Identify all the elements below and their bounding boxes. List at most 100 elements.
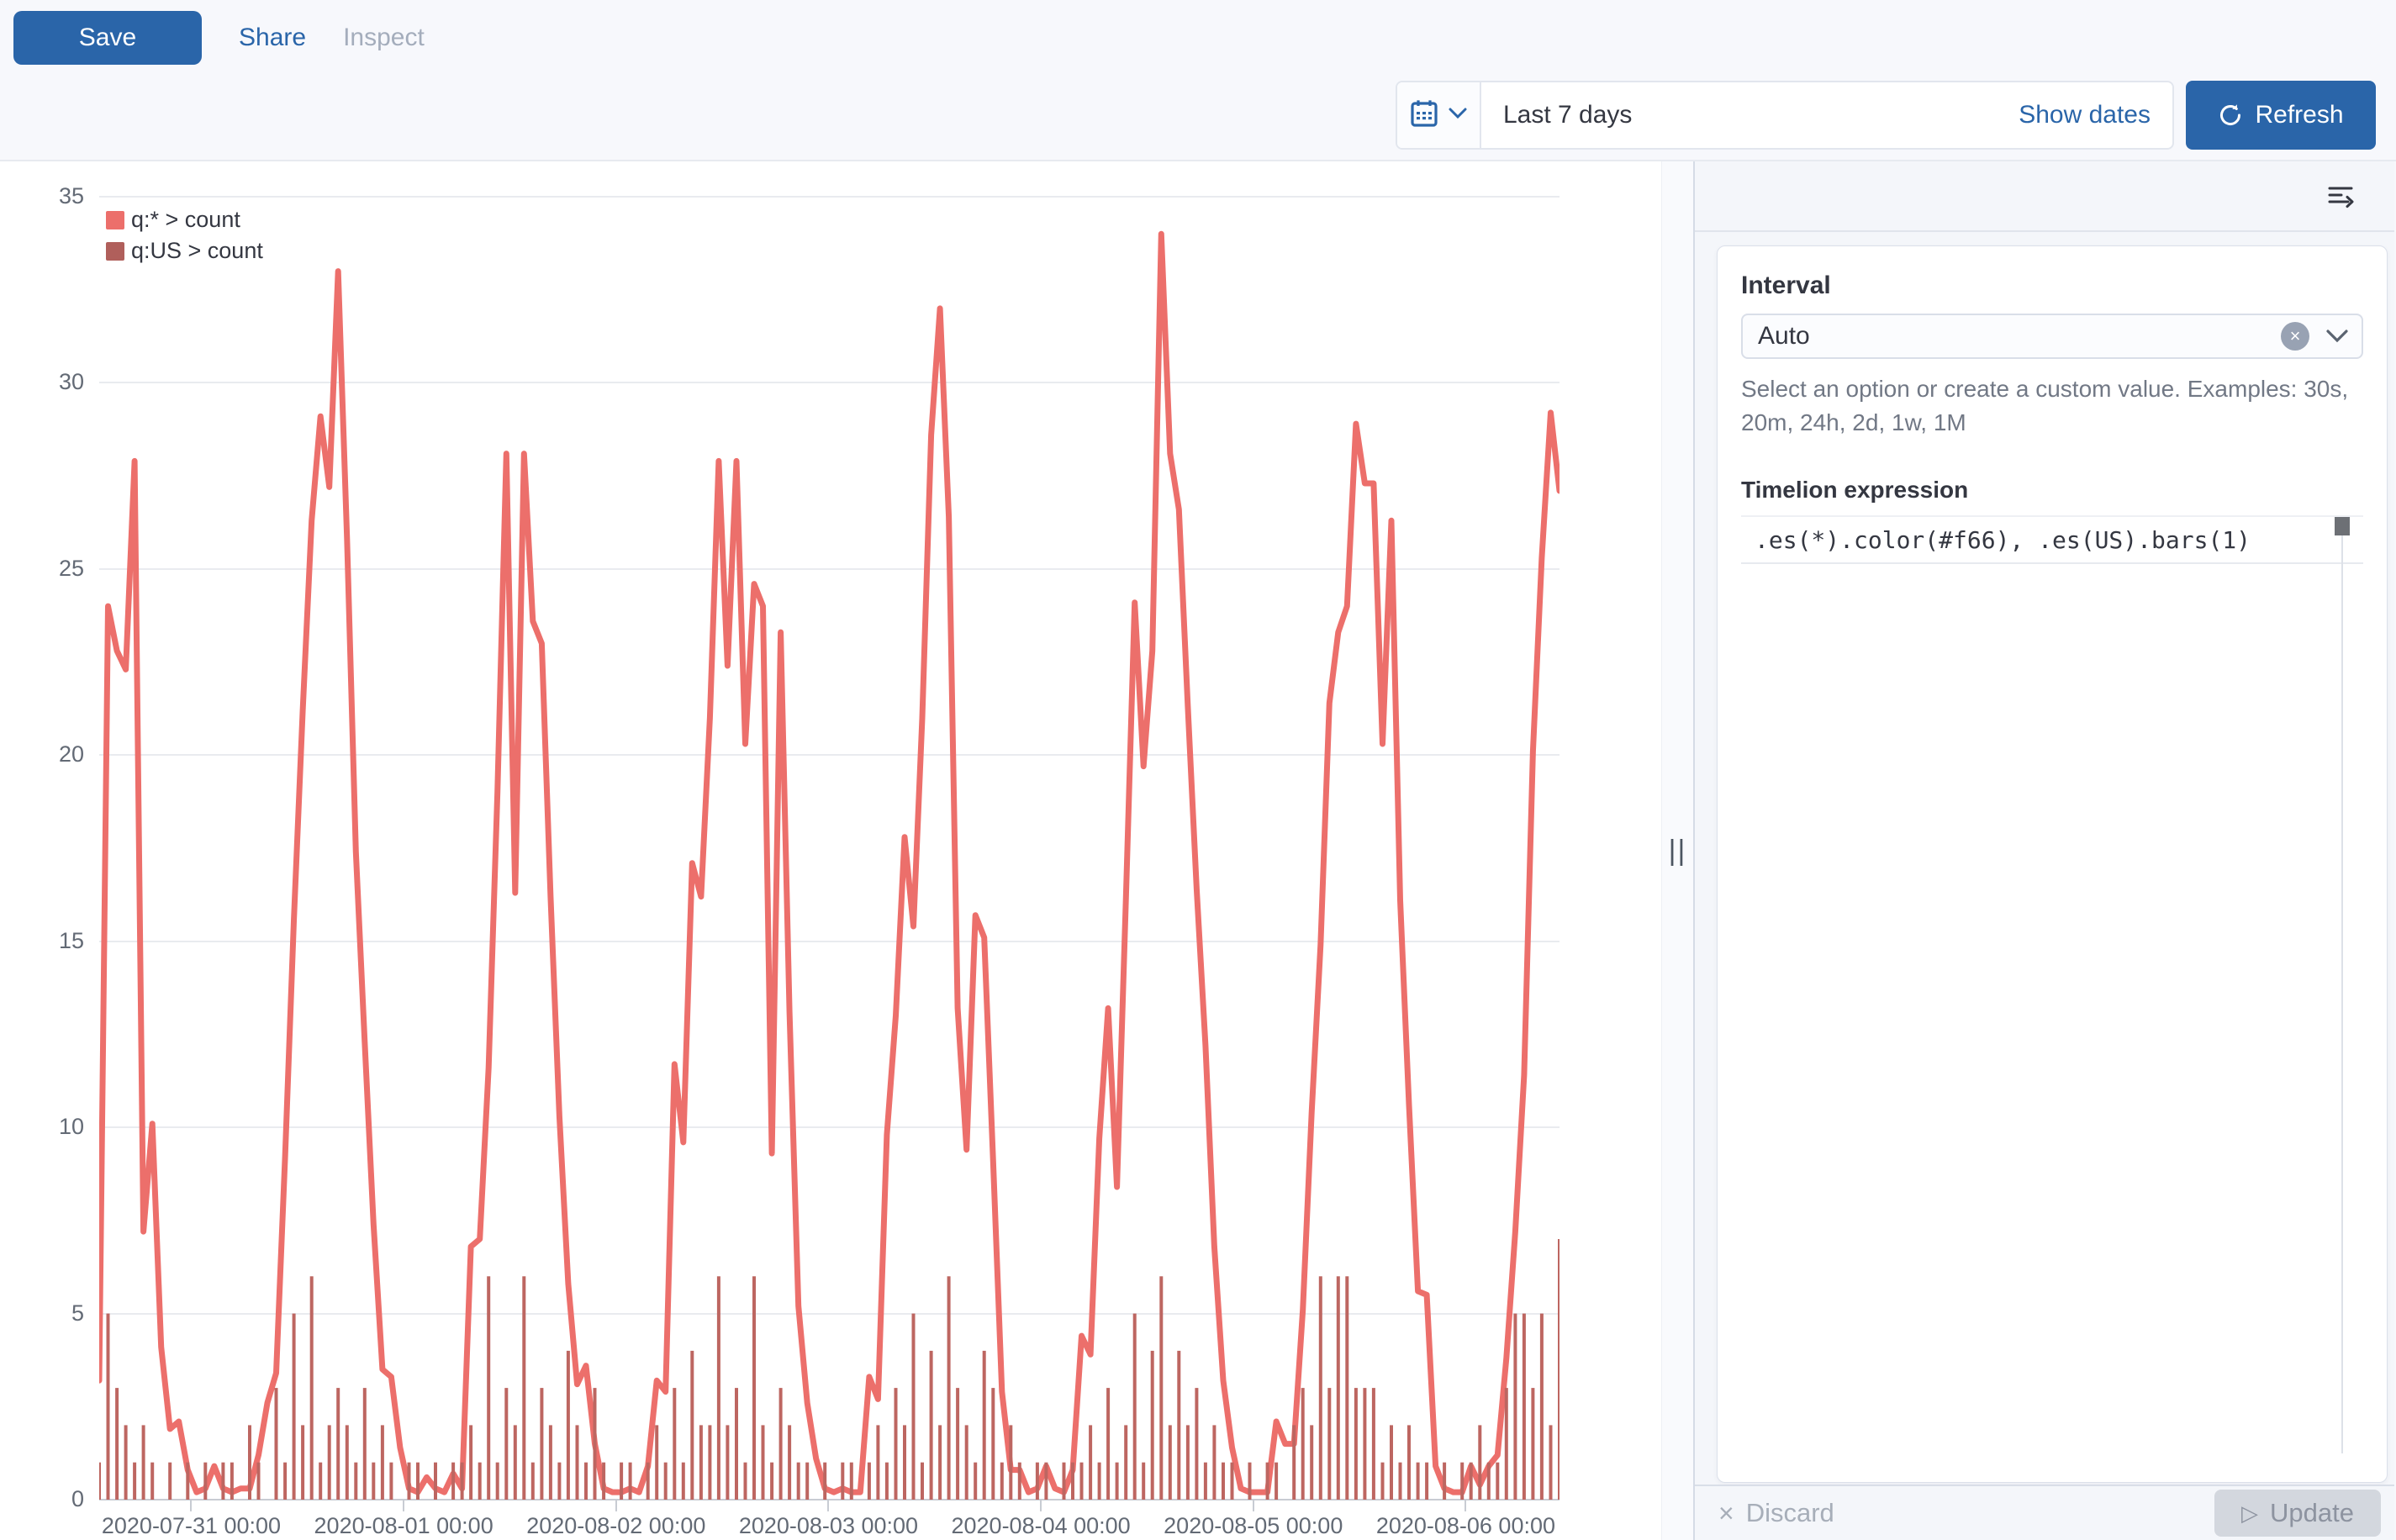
bar-q-us [983, 1351, 986, 1500]
x-axis-tick-mark [1465, 1500, 1466, 1511]
bar-q-us [868, 1463, 871, 1500]
bar-q-us [1549, 1425, 1553, 1500]
bar-q-us [248, 1425, 251, 1500]
bar-q-us [974, 1463, 977, 1500]
bar-q-us [602, 1463, 605, 1500]
bar-q-us [1195, 1388, 1198, 1500]
bar-q-us [1000, 1463, 1004, 1500]
bar-q-us [1248, 1463, 1252, 1500]
bar-q-us [1443, 1463, 1446, 1500]
bar-q-us [478, 1463, 482, 1500]
bar-q-us [107, 1314, 110, 1500]
bar-q-us [1018, 1463, 1021, 1500]
bar-q-us [956, 1388, 959, 1500]
inspect-button[interactable]: Inspect [343, 24, 425, 52]
y-axis-tick-label: 35 [8, 183, 84, 209]
expression-input[interactable]: .es(*).color(#f66), .es(US).bars(1) [1741, 517, 2363, 564]
bar-q-us [708, 1425, 711, 1500]
bar-q-us [293, 1314, 296, 1500]
bar-q-us [850, 1463, 853, 1500]
bar-q-us [912, 1314, 916, 1500]
bar-q-us [762, 1425, 765, 1500]
calendar-icon [1410, 98, 1438, 133]
plot-canvas[interactable] [99, 197, 1560, 1500]
bar-q-us [283, 1463, 287, 1500]
bar-q-us [346, 1425, 349, 1500]
bar-q-us [655, 1425, 658, 1500]
refresh-button[interactable]: Refresh [2186, 81, 2376, 150]
bar-q-us [682, 1463, 685, 1500]
bar-q-us [735, 1388, 738, 1500]
resizer-grip-icon: || [1669, 835, 1687, 868]
main-content: q:* > countq:US > count 0510152025303520… [0, 160, 2396, 1540]
interval-combobox[interactable]: Auto × [1741, 314, 2363, 359]
bar-q-us [522, 1276, 525, 1500]
bar-q-us [1487, 1463, 1491, 1500]
bar-q-us [133, 1463, 136, 1500]
bar-q-us [1204, 1463, 1207, 1500]
bar-q-us [168, 1463, 172, 1500]
bar-q-us [203, 1463, 207, 1500]
bar-q-us [1505, 1388, 1508, 1500]
menu-right-icon [2325, 180, 2356, 213]
bar-q-us [186, 1463, 189, 1500]
kibana-timelion-editor: Save Share Inspect [0, 0, 2396, 1540]
line-q-star [99, 234, 1560, 1492]
update-button[interactable]: ▷ Update [2214, 1490, 2381, 1537]
bar-q-us [336, 1388, 340, 1500]
share-button[interactable]: Share [239, 24, 306, 52]
bar-q-us [576, 1425, 579, 1500]
calendar-dropdown-button[interactable] [1397, 82, 1481, 148]
bar-q-us [629, 1463, 632, 1500]
bar-q-us [1292, 1425, 1296, 1500]
bar-q-us [673, 1388, 676, 1500]
interval-value: Auto [1758, 322, 2281, 351]
bar-q-us [1009, 1425, 1012, 1500]
bar-q-us [1478, 1425, 1481, 1500]
timelion-chart[interactable]: q:* > countq:US > count 0510152025303520… [0, 161, 1661, 1540]
bar-q-us [221, 1463, 224, 1500]
bar-q-us [1159, 1276, 1163, 1500]
bar-q-us [461, 1463, 464, 1500]
bar-q-us [646, 1463, 650, 1500]
panel-footer: × Discard ▷ Update [1695, 1485, 2394, 1540]
bar-q-us [142, 1425, 145, 1500]
bar-q-us [965, 1425, 968, 1500]
bar-q-us [557, 1463, 561, 1500]
bar-q-us [1407, 1425, 1411, 1500]
save-button[interactable]: Save [13, 11, 202, 65]
editor-scrollbar-track [2341, 517, 2343, 1453]
bar-q-us [1186, 1425, 1190, 1500]
bar-q-us [770, 1463, 773, 1500]
bar-q-us [664, 1463, 668, 1500]
bar-q-us [797, 1463, 800, 1500]
bar-q-us [1116, 1463, 1119, 1500]
x-axis-tick-label: 2020-08-06 00:00 [1331, 1513, 1600, 1539]
time-range-display[interactable]: Last 7 days [1481, 101, 2019, 129]
x-axis-tick-mark [403, 1500, 404, 1511]
bar-q-us [1540, 1314, 1544, 1500]
editor-scrollbar-thumb[interactable] [2335, 517, 2350, 535]
bar-q-us [381, 1425, 384, 1500]
bar-q-us [620, 1463, 623, 1500]
bar-q-us [1212, 1425, 1216, 1500]
bar-q-us [594, 1388, 597, 1500]
discard-button[interactable]: × Discard [1718, 1498, 1834, 1529]
top-toolbar: Save Share Inspect [0, 0, 2396, 160]
update-label: Update [2270, 1498, 2354, 1528]
bar-q-us [1266, 1463, 1269, 1500]
show-dates-button[interactable]: Show dates [2019, 101, 2172, 129]
bar-q-us [930, 1351, 933, 1500]
time-range-picker: Last 7 days Show dates [1396, 81, 2174, 150]
panel-resizer-handle[interactable]: || [1661, 161, 1695, 1540]
collapse-panel-button[interactable] [2325, 180, 2356, 213]
bar-q-us [1460, 1463, 1464, 1500]
bar-q-us [1417, 1463, 1420, 1500]
bar-q-us [487, 1276, 490, 1500]
clear-interval-button[interactable]: × [2281, 322, 2309, 351]
bar-q-us [1337, 1276, 1340, 1500]
expression-editor[interactable]: .es(*).color(#f66), .es(US).bars(1) [1741, 515, 2363, 1482]
bar-q-us [1124, 1425, 1127, 1500]
y-axis-tick-label: 25 [8, 556, 84, 582]
bar-q-us [354, 1463, 357, 1500]
